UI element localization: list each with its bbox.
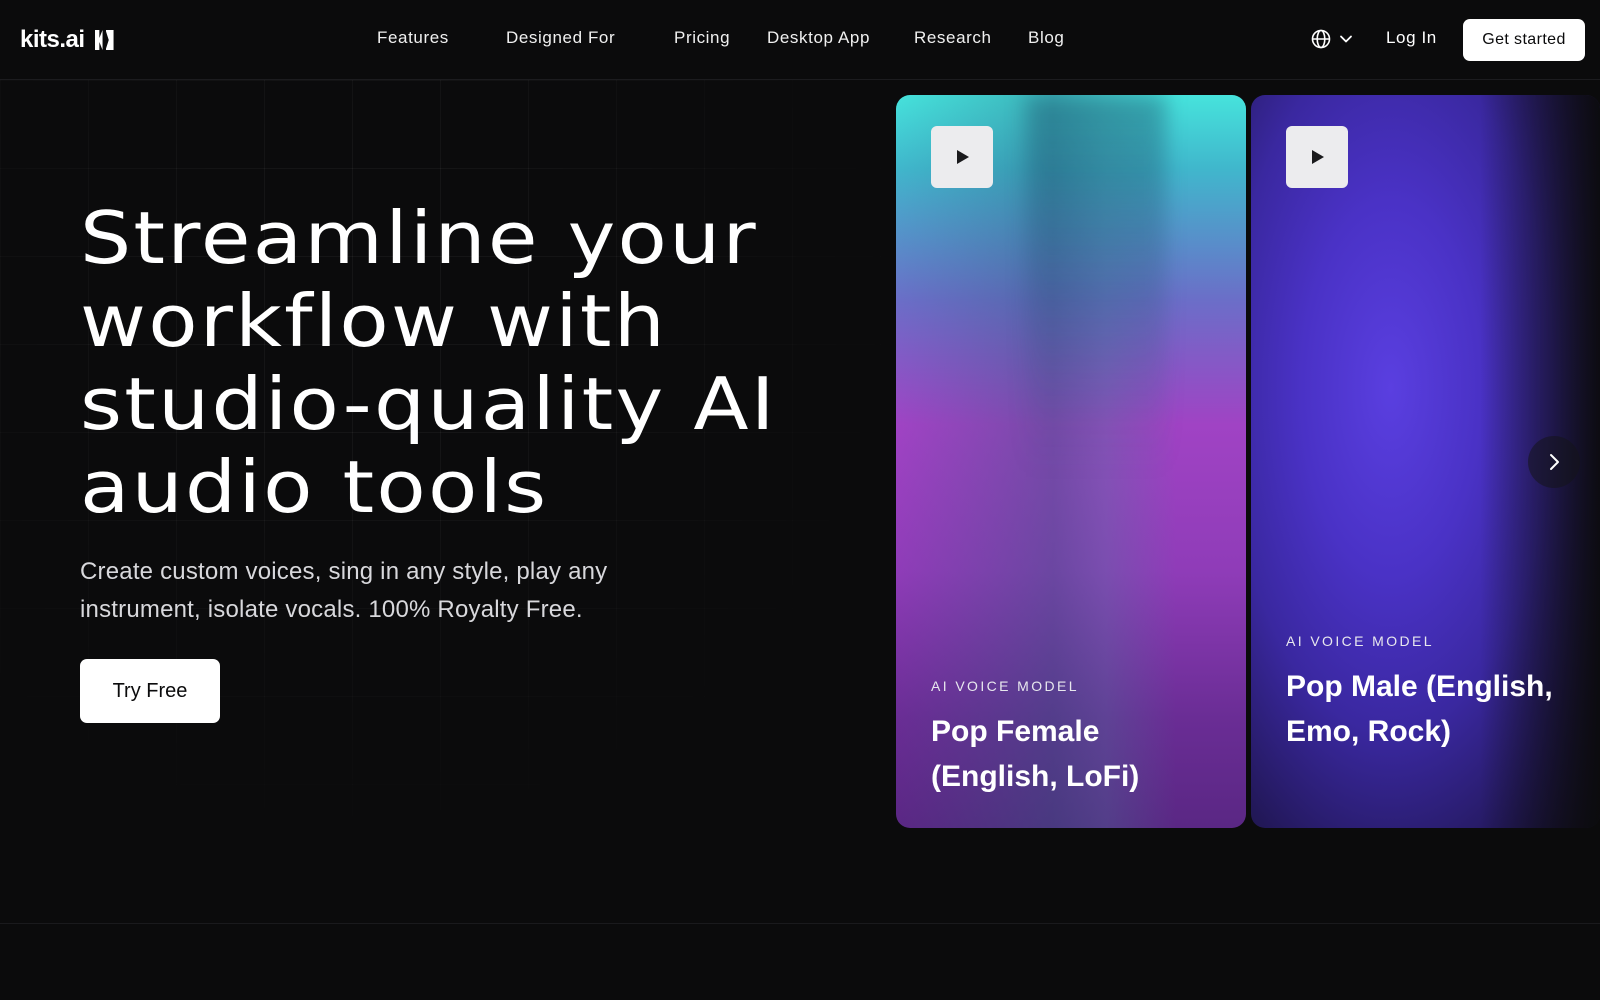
card-kicker: AI VOICE MODEL xyxy=(1286,633,1434,649)
language-selector[interactable] xyxy=(1311,29,1353,49)
site-header: kits.ai Features Designed For Pricing De… xyxy=(0,0,1600,80)
get-started-button[interactable]: Get started xyxy=(1463,19,1585,61)
nav-item-designed-for[interactable]: Designed For xyxy=(506,28,615,48)
voice-model-carousel: AI VOICE MODEL Pop Female (English, LoFi… xyxy=(896,95,1600,828)
nav-item-desktop-app[interactable]: Desktop App xyxy=(767,28,870,48)
section-divider xyxy=(0,923,1600,924)
play-button[interactable] xyxy=(931,126,993,188)
chevron-right-icon xyxy=(1550,454,1559,470)
card-title: Pop Male (English, Emo, Rock) xyxy=(1286,670,1553,748)
hero-subtitle: Create custom voices, sing in any style,… xyxy=(80,558,608,623)
logo[interactable]: kits.ai xyxy=(20,26,115,54)
play-icon xyxy=(957,150,969,164)
logo-mark-icon xyxy=(95,30,115,50)
hero-title: Streamline your workflow with studio-qua… xyxy=(80,196,777,529)
logo-text: kits.ai xyxy=(20,26,85,53)
nav-item-blog[interactable]: Blog xyxy=(1028,28,1064,48)
nav-item-features[interactable]: Features xyxy=(377,28,449,48)
login-link[interactable]: Log In xyxy=(1386,28,1437,48)
chevron-down-icon xyxy=(1340,35,1352,43)
card-kicker: AI VOICE MODEL xyxy=(931,678,1079,694)
globe-icon xyxy=(1311,29,1331,49)
voice-card-pop-female[interactable]: AI VOICE MODEL Pop Female (English, LoFi… xyxy=(896,95,1246,828)
nav-item-research[interactable]: Research xyxy=(914,28,992,48)
card-title: Pop Female (English, LoFi) xyxy=(931,715,1140,793)
carousel-next-button[interactable] xyxy=(1528,436,1580,488)
try-free-button[interactable]: Try Free xyxy=(80,659,220,723)
play-icon xyxy=(1312,150,1324,164)
nav-item-pricing[interactable]: Pricing xyxy=(674,28,730,48)
play-button[interactable] xyxy=(1286,126,1348,188)
